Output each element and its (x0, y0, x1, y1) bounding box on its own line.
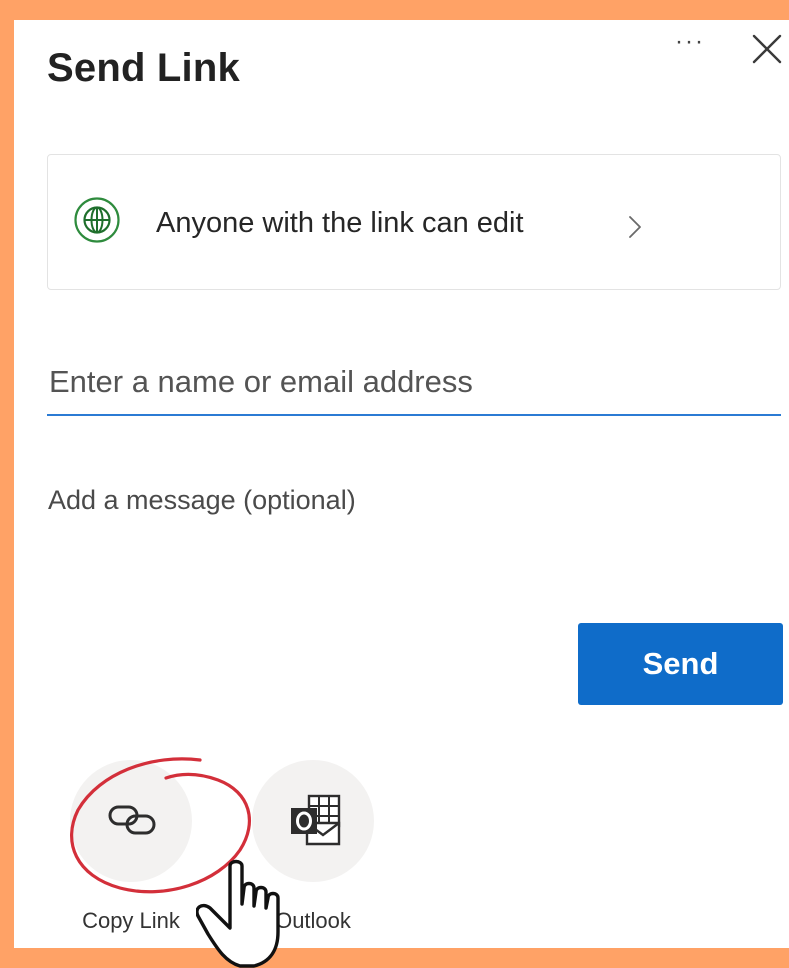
close-icon (752, 34, 782, 64)
close-button[interactable] (748, 30, 786, 68)
outlook-icon (291, 794, 341, 846)
outlook-button[interactable] (252, 760, 374, 882)
copy-link-button[interactable] (70, 760, 192, 882)
recipient-input[interactable] (47, 350, 781, 416)
link-permission-selector[interactable]: Anyone with the link can edit (47, 154, 781, 290)
outlook-label: Outlook (275, 908, 351, 933)
more-options-button[interactable]: ··· (668, 30, 712, 60)
send-button[interactable]: Send (578, 623, 783, 705)
globe-icon (73, 196, 121, 244)
dialog-title: Send Link (47, 46, 240, 90)
copy-link-option[interactable]: Copy Link (70, 760, 192, 933)
permission-label: Anyone with the link can edit (156, 207, 524, 239)
message-input[interactable] (47, 475, 781, 525)
outlook-option[interactable]: Outlook (252, 760, 374, 933)
copy-link-label: Copy Link (82, 908, 180, 933)
link-icon (108, 805, 156, 835)
chevron-right-icon (629, 216, 641, 238)
share-dialog: Send Link ··· Anyone with the link can e… (14, 20, 789, 968)
